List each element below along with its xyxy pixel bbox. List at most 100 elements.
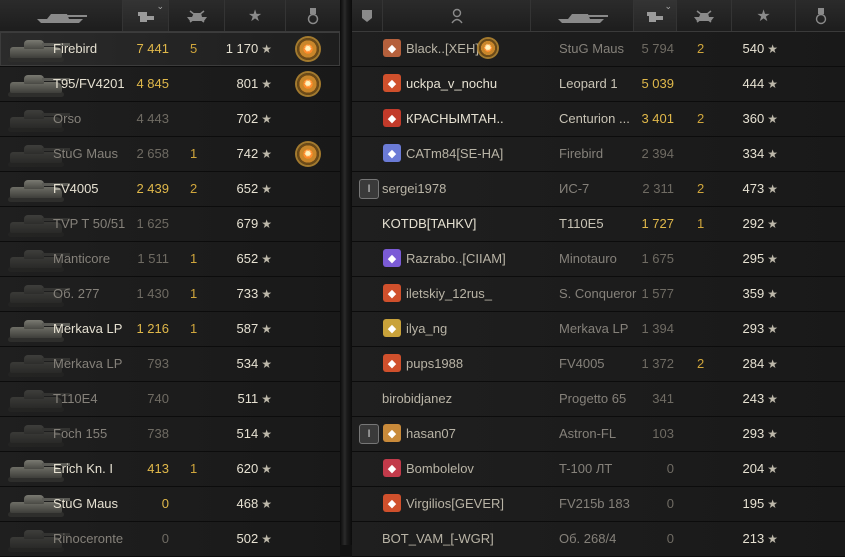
table-row[interactable]: ◆ Black..[XEH] StuG Maus 5 794 2 540 ★ ✹ [352, 32, 845, 67]
tank-name: StuG Maus [53, 146, 119, 161]
player-name[interactable]: birobidjanez [382, 382, 452, 416]
column-header-platoon[interactable] [352, 0, 383, 31]
tank-name: Progetto 65 [559, 391, 627, 406]
star-icon: ★ [767, 427, 778, 441]
table-row[interactable]: T95/FV4201 4 845 801 ★ ✹ [0, 67, 340, 102]
table-row[interactable]: I ◆ hasan07 Astron-FL 103 293 ★ [352, 417, 845, 452]
table-row[interactable]: ◆ pups1988 FV4005 1 372 2 284 ★ [352, 347, 845, 382]
score-text: 679 [236, 216, 259, 231]
player-name[interactable]: Razrabo..[CIIAM] [406, 242, 506, 276]
destroyed-tank-icon [694, 9, 714, 23]
table-row[interactable]: ◆ iletskiy_12rus_ S. Conqueror 1 577 359 ★ [352, 277, 845, 312]
score-text: 540 [742, 41, 765, 56]
table-row[interactable]: KOTDB[TAHKV] T110E5 1 727 1 292 ★ [352, 207, 845, 242]
score-text: 1 170 [225, 41, 259, 56]
table-row[interactable]: ◆ uckpa_v_nochu Leopard 1 5 039 444 ★ [352, 67, 845, 102]
column-header-kills[interactable] [169, 0, 225, 31]
player-name[interactable]: ilya_ng [406, 312, 447, 346]
kills-value: 1 [190, 461, 198, 476]
player-name[interactable]: Bombolelov [406, 452, 474, 486]
score-text: 620 [236, 461, 259, 476]
column-header-kills[interactable] [677, 0, 732, 31]
star-icon: ★ [261, 42, 272, 56]
score-value: 360 ★ [743, 102, 778, 136]
table-row[interactable]: T110E4 740 511 ★ [0, 382, 340, 417]
table-row[interactable]: Об. 277 1 430 1 733 ★ [0, 277, 340, 312]
column-header-damage[interactable]: ⌄ [634, 0, 677, 31]
column-header-damage[interactable]: ⌄ [123, 0, 169, 31]
player-name[interactable]: Black..[XEH] [406, 32, 479, 66]
score-value: 334 ★ [743, 137, 778, 171]
chevron-down-icon: ⌄ [156, 1, 164, 11]
table-row[interactable]: Rinoceronte 0 502 ★ [0, 522, 340, 557]
tank-name: Firebird [53, 41, 98, 56]
damage-value: 1 430 [136, 286, 169, 301]
player-name[interactable]: uckpa_v_nochu [406, 67, 497, 101]
damage-value: 103 [652, 426, 674, 441]
column-header-player[interactable] [383, 0, 531, 31]
table-row[interactable]: Erich Kn. I 413 1 620 ★ [0, 452, 340, 487]
tank-name: FV4005 [559, 356, 605, 371]
diamond-emblem-icon: ◆ [383, 354, 401, 372]
tank-name: Foch 155 [53, 426, 108, 441]
score-value: 702 ★ [237, 102, 272, 136]
left-team-panel: ⌄ ★ Firebird 7 441 5 1 170 ★ ✹ T95/FV4201 4 845… [0, 0, 340, 557]
damage-value: 0 [666, 531, 674, 546]
table-row[interactable]: TVP T 50/51 1 625 679 ★ [0, 207, 340, 242]
player-name[interactable]: sergei1978 [382, 172, 446, 206]
table-row[interactable]: BOT_VAM_[-WGR] Об. 268/4 0 213 ★ [352, 522, 845, 557]
table-row[interactable]: Orso 4 443 702 ★ [0, 102, 340, 137]
score-text: 195 [742, 496, 765, 511]
damage-value: 4 845 [136, 76, 169, 91]
table-row[interactable]: ◆ ilya_ng Merkava LP 1 394 293 ★ [352, 312, 845, 347]
player-name[interactable]: CATm84[SE-HA] [406, 137, 503, 171]
table-row[interactable]: Isergei1978 ИС-7 2 311 2 473 ★ [352, 172, 845, 207]
damage-value: 0 [161, 531, 169, 546]
panel-divider [340, 0, 352, 545]
player-name[interactable]: iletskiy_12rus_ [406, 277, 492, 311]
damage-value: 1 216 [136, 321, 169, 336]
column-header-tank[interactable] [0, 0, 123, 31]
table-row[interactable]: ◆ Bombolelov T-100 ЛТ 0 204 ★ [352, 452, 845, 487]
table-row[interactable]: Merkava LP 793 534 ★ [0, 347, 340, 382]
score-value: 1 170 ★ [226, 32, 272, 66]
player-name[interactable]: KOTDB[TAHKV] [382, 207, 476, 241]
player-name[interactable]: КРАСНЫМТАН.. [406, 102, 504, 136]
column-header-medal[interactable] [286, 0, 340, 31]
table-row[interactable]: ◆ Virgilios[GEVER] FV215b 183 0 195 ★ [352, 487, 845, 522]
table-row[interactable]: ◆ CATm84[SE-HA] Firebird 2 394 334 ★ [352, 137, 845, 172]
kills-value: 1 [190, 321, 198, 336]
table-row[interactable]: ◆ Razrabo..[CIIAM] Minotauro 1 675 295 ★ [352, 242, 845, 277]
score-value: 213 ★ [743, 522, 778, 556]
table-row[interactable]: Foch 155 738 514 ★ [0, 417, 340, 452]
player-name[interactable]: BOT_VAM_[-WGR] [382, 522, 494, 556]
table-row[interactable]: Merkava LP 1 216 1 587 ★ [0, 312, 340, 347]
column-header-score[interactable]: ★ [732, 0, 796, 31]
column-header-medal[interactable] [796, 0, 845, 31]
column-header-score[interactable]: ★ [225, 0, 286, 31]
star-icon: ★ [261, 392, 272, 406]
player-icon [450, 8, 463, 23]
star-icon: ★ [261, 462, 272, 476]
player-name[interactable]: pups1988 [406, 347, 463, 381]
table-row[interactable]: StuG Maus 2 658 1 742 ★ ✹ [0, 137, 340, 172]
tank-name: ИС-7 [559, 181, 590, 196]
table-row[interactable]: Firebird 7 441 5 1 170 ★ ✹ [0, 32, 340, 67]
player-name[interactable]: hasan07 [406, 417, 456, 451]
score-value: 468 ★ [237, 487, 272, 521]
shield-emblem-icon: ◆ [383, 319, 401, 337]
star-icon: ★ [261, 427, 272, 441]
column-header-tank[interactable] [531, 0, 634, 31]
player-name[interactable]: Virgilios[GEVER] [406, 487, 504, 521]
table-row[interactable]: birobidjanez Progetto 65 341 243 ★ [352, 382, 845, 417]
table-row[interactable]: StuG Maus 0 468 ★ [0, 487, 340, 522]
damage-value: 1 372 [641, 356, 674, 371]
destroyed-tank-icon [186, 9, 207, 23]
damage-value: 7 441 [136, 41, 169, 56]
score-text: 444 [742, 76, 765, 91]
star-icon: ★ [767, 147, 778, 161]
damage-value: 793 [147, 356, 169, 371]
table-row[interactable]: Manticore 1 511 1 652 ★ [0, 242, 340, 277]
table-row[interactable]: FV4005 2 439 2 652 ★ [0, 172, 340, 207]
table-row[interactable]: ◆ КРАСНЫМТАН.. Centurion ... 3 401 2 360 ★ [352, 102, 845, 137]
